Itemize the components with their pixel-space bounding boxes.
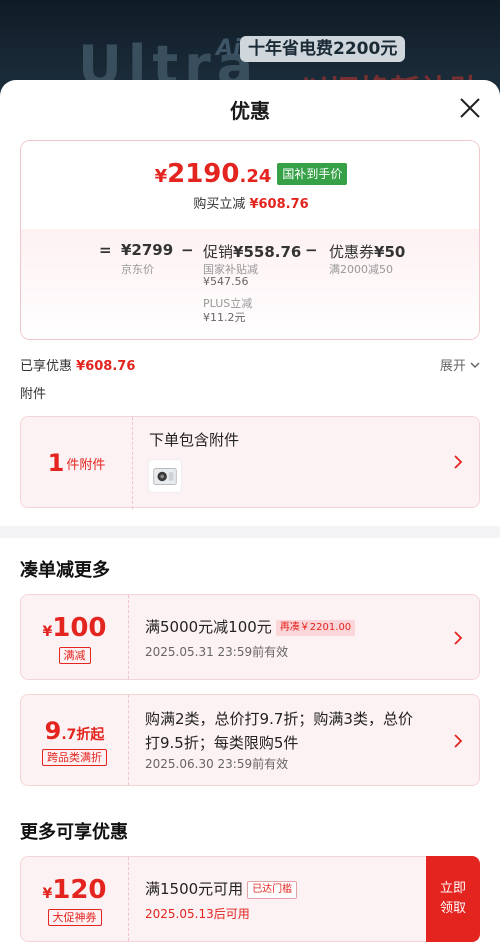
formula-promo: 促销¥558.76 bbox=[203, 241, 301, 262]
instant-discount-label: 购买立减 bbox=[193, 197, 246, 212]
formula-promo-label: 促销 bbox=[203, 243, 234, 261]
accessory-count-number: 1 bbox=[47, 449, 65, 477]
coupon-date: 2025.05.13后可用 bbox=[145, 907, 250, 921]
expand-button[interactable]: 展开 bbox=[440, 355, 480, 374]
price-decimal: .24 bbox=[239, 166, 272, 187]
enjoyed-discount: 已享优惠 ¥608.76 bbox=[20, 355, 135, 374]
coupon-symbol: ¥ bbox=[42, 886, 53, 902]
price-formula: = ¥2799 京东价 − 促销¥558.76 国家补贴减 ¥547.56 PL… bbox=[21, 229, 479, 339]
instant-discount-value: ¥608.76 bbox=[249, 197, 309, 212]
formula-coupon-value: ¥50 bbox=[374, 243, 406, 261]
coupon-type: 跨品类满折 bbox=[42, 749, 107, 766]
price-card: ¥2190.24 国补到手价 购买立减 ¥608.76 = ¥2799 京东价 −… bbox=[20, 140, 480, 340]
claim-label-line-2: 领取 bbox=[439, 901, 466, 916]
price-tag: 国补到手价 bbox=[277, 163, 348, 185]
coupon-desc: 满5000元减100元 再凑￥2201.00 bbox=[145, 615, 356, 639]
coupon-card-cross-category[interactable]: 9.7折起 跨品类满折 购满2类，总价打9.7折；购满3类，总价 打9.5折；每… bbox=[20, 694, 480, 786]
coupon-amount-suffix: .7折起 bbox=[61, 727, 105, 743]
coupon-amount: ¥120 bbox=[21, 875, 128, 905]
formula-base-label: 京东价 bbox=[121, 263, 154, 276]
ad-slogan: 十年省电费2200元 bbox=[240, 36, 406, 62]
claim-button[interactable]: 立即 领取 bbox=[426, 856, 480, 942]
formula-minus-1: − bbox=[181, 241, 194, 259]
formula-promo-value: ¥558.76 bbox=[233, 243, 302, 261]
chevron-right-icon bbox=[454, 455, 463, 469]
instant-discount: 购买立减 ¥608.76 bbox=[21, 193, 479, 212]
coupon-tag: 已达门槛 bbox=[247, 881, 298, 899]
coupon-amount: 9.7折起 bbox=[21, 717, 128, 745]
expand-label: 展开 bbox=[439, 359, 466, 374]
formula-base-price: ¥2799 bbox=[121, 241, 174, 259]
chevron-right-icon bbox=[454, 631, 463, 645]
discount-sheet: 优惠 ¥2190.24 国补到手价 购买立减 ¥608.76 = ¥2799 京东… bbox=[0, 80, 500, 943]
accessory-card[interactable]: 1 件附件 下单包含附件 bbox=[20, 416, 480, 509]
coupon-desc-text: 满1500元可用 bbox=[145, 880, 244, 898]
coupon-symbol: ¥ bbox=[42, 624, 53, 640]
chevron-down-icon bbox=[470, 362, 480, 369]
accessory-title: 下单包含附件 bbox=[149, 431, 240, 449]
formula-coupon-label: 优惠券 bbox=[329, 243, 375, 261]
coupon-left: 9.7折起 跨品类满折 bbox=[21, 695, 129, 785]
formula-minus-2: − bbox=[305, 241, 318, 259]
accessory-thumbnail-icon bbox=[148, 459, 182, 493]
price-top: ¥2190.24 国补到手价 购买立减 ¥608.76 bbox=[21, 141, 479, 229]
coupon-desc-line-1: 购满2类，总价打9.7折；购满3类，总价 bbox=[145, 710, 413, 728]
coupon-card-full-reduction[interactable]: ¥100 满减 满5000元减100元 再凑￥2201.00 2025.05.31… bbox=[20, 594, 480, 680]
coupon-amount-number: 9 bbox=[44, 717, 62, 745]
accessory-count-unit: 件附件 bbox=[66, 457, 106, 473]
coupon-desc: 购满2类，总价打9.7折；购满3类，总价 打9.5折；每类限购5件 bbox=[145, 707, 413, 755]
coupon-type: 满减 bbox=[58, 647, 91, 664]
coupon-left: ¥100 满减 bbox=[21, 595, 129, 679]
section-divider bbox=[0, 526, 500, 538]
accessory-section-label: 附件 bbox=[20, 387, 47, 402]
formula-coupon: 优惠券¥50 bbox=[329, 241, 405, 262]
ad-ai-text: Ai bbox=[216, 36, 241, 61]
coupon-desc-text: 满5000元减100元 bbox=[145, 618, 272, 636]
coupon-amount: ¥100 bbox=[21, 613, 128, 643]
coupon-date: 2025.06.30 23:59前有效 bbox=[145, 757, 289, 771]
formula-subsidy-value: ¥547.56 bbox=[203, 275, 249, 288]
coupon-card-promo[interactable]: ¥120 大促神券 满1500元可用 已达门槛 2025.05.13后可用 立即 … bbox=[20, 856, 480, 942]
coupon-left: ¥120 大促神券 bbox=[21, 857, 129, 941]
formula-coupon-cond: 满2000减50 bbox=[329, 263, 393, 276]
coupon-tag: 再凑￥2201.00 bbox=[275, 620, 356, 636]
sheet-title: 优惠 bbox=[230, 99, 270, 123]
chevron-right-icon bbox=[454, 734, 463, 748]
accessory-count: 1 件附件 bbox=[21, 417, 133, 509]
enjoyed-value: ¥608.76 bbox=[76, 359, 136, 374]
enjoyed-label: 已享优惠 bbox=[20, 359, 73, 374]
coupon-amount-number: 120 bbox=[52, 875, 107, 905]
close-icon[interactable] bbox=[458, 96, 482, 120]
coupon-amount-number: 100 bbox=[52, 613, 107, 643]
claim-label-line-1: 立即 bbox=[439, 881, 466, 896]
coupon-desc: 满1500元可用 已达门槛 bbox=[145, 877, 298, 901]
formula-plus-value: ¥11.2元 bbox=[203, 311, 246, 324]
final-price: ¥2190.24 国补到手价 bbox=[21, 159, 479, 189]
price-integer: 2190 bbox=[167, 159, 240, 189]
formula-equals: = bbox=[99, 241, 112, 259]
coupon-type: 大促神券 bbox=[47, 909, 102, 926]
coupon-date: 2025.05.31 23:59前有效 bbox=[145, 645, 289, 659]
currency-symbol: ¥ bbox=[154, 166, 168, 187]
coupon-desc-line-2: 打9.5折；每类限购5件 bbox=[145, 734, 299, 752]
more-order-title: 凑单减更多 bbox=[20, 560, 110, 581]
more-offers-title: 更多可享优惠 bbox=[20, 822, 128, 843]
